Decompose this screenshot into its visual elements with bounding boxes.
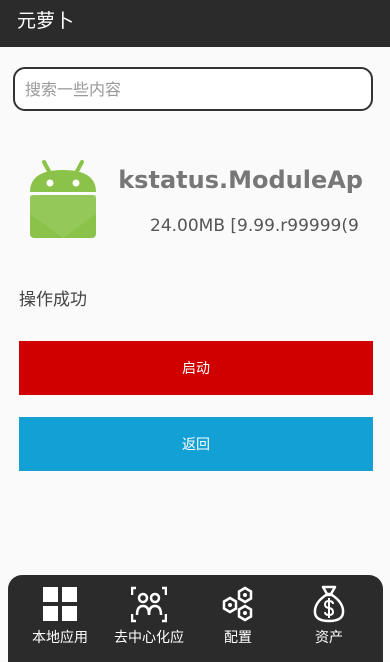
tab-local-apps[interactable]: 本地应用	[15, 575, 105, 662]
money-bag-icon	[313, 585, 345, 623]
package-meta: 24.00MB [9.99.r99999(9	[150, 216, 359, 236]
launch-button[interactable]: 启动	[19, 341, 373, 395]
search-box[interactable]	[13, 67, 373, 111]
tab-label: 去中心化应	[114, 630, 184, 646]
tab-label: 配置	[224, 630, 252, 646]
tab-config[interactable]: 配置	[193, 575, 283, 662]
tab-label: 本地应用	[32, 630, 88, 646]
search-input[interactable]	[15, 69, 371, 109]
hexagon-config-icon	[222, 586, 253, 622]
top-app-bar: 元萝卜	[0, 0, 390, 47]
people-icon	[131, 586, 167, 623]
tab-decentralized-apps[interactable]: 去中心化应	[104, 575, 194, 662]
grid-icon	[43, 587, 77, 621]
android-app-icon	[30, 160, 96, 238]
tab-assets[interactable]: 资产	[284, 575, 374, 662]
package-name: kstatus.ModuleAp	[118, 166, 363, 194]
back-button[interactable]: 返回	[19, 417, 373, 471]
status-message: 操作成功	[19, 290, 87, 310]
bottom-nav: 本地应用 去中心化应 配置 资产	[8, 575, 383, 662]
app-title: 元萝卜	[17, 10, 75, 32]
tab-label: 资产	[315, 630, 343, 646]
